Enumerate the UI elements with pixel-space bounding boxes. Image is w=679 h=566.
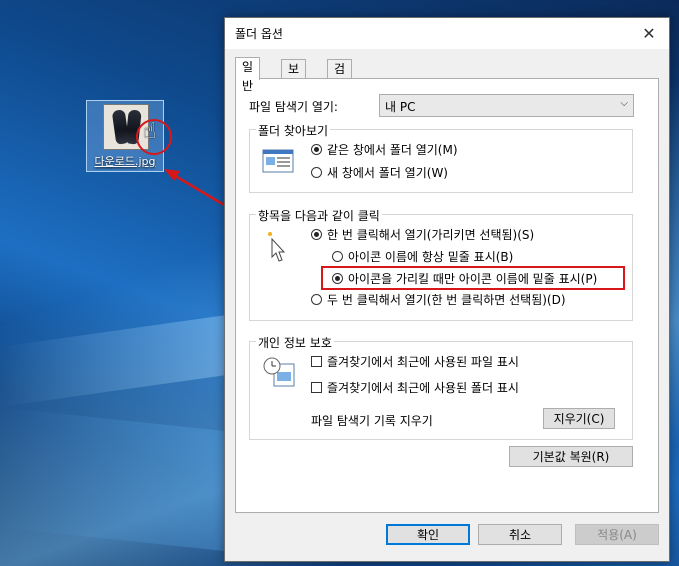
- click-items-title: 항목을 다음과 같이 클릭: [256, 207, 382, 224]
- explorer-open-value: 내 PC: [385, 100, 416, 114]
- checkbox-recent-files[interactable]: [311, 356, 322, 367]
- explorer-open-label: 파일 탐색기 열기:: [249, 100, 338, 114]
- option-double-click-label: 두 번 클릭해서 열기(한 번 클릭하면 선택됨)(D): [327, 293, 566, 307]
- option-underline-always-label: 아이콘 이름에 항상 밑줄 표시(B): [348, 250, 514, 264]
- radio-double-click[interactable]: [311, 294, 322, 305]
- title-bar[interactable]: 폴더 옵션 ✕: [225, 18, 669, 49]
- clock-document-icon: [263, 357, 295, 387]
- cancel-button[interactable]: 취소: [478, 524, 562, 545]
- explorer-open-select[interactable]: 내 PC ⌵: [379, 94, 634, 117]
- tab-general[interactable]: 일반: [235, 57, 261, 93]
- close-icon[interactable]: ✕: [629, 18, 669, 49]
- tab-search[interactable]: 검색: [327, 59, 353, 95]
- radio-underline-always[interactable]: [332, 251, 343, 262]
- clear-history-label: 파일 탐색기 기록 지우기: [311, 414, 433, 428]
- recent-folders-label: 즐겨찾기에서 최근에 사용된 폴더 표시: [327, 381, 519, 395]
- restore-defaults-button[interactable]: 기본값 복원(R): [509, 446, 633, 467]
- option-single-click-label: 한 번 클릭해서 열기(가리키면 선택됨)(S): [327, 228, 535, 242]
- checkbox-recent-folders[interactable]: [311, 382, 322, 393]
- radio-new-window[interactable]: [311, 167, 322, 178]
- option-same-window-label: 같은 창에서 폴더 열기(M): [327, 143, 458, 157]
- folder-window-icon: [262, 149, 294, 173]
- chevron-down-icon: ⌵: [620, 98, 628, 109]
- hand-pointer-icon: ☝: [143, 119, 157, 144]
- option-new-window-label: 새 창에서 폴더 열기(W): [327, 166, 448, 180]
- browse-folders-title: 폴더 찾아보기: [256, 122, 331, 139]
- browse-folders-group: 폴더 찾아보기 같은 창에서 폴더 열기(M) 새 창에서 폴더 열기(W): [249, 122, 633, 193]
- privacy-title: 개인 정보 보호: [256, 334, 334, 351]
- general-tab-panel: 파일 탐색기 열기: 내 PC ⌵ 폴더 찾아보기 같은 창에서 폴더 열기(M…: [235, 78, 659, 513]
- apply-button[interactable]: 적용(A): [575, 524, 659, 545]
- radio-same-window[interactable]: [311, 144, 322, 155]
- ok-button[interactable]: 확인: [386, 524, 470, 545]
- annotation-highlight-box: [321, 266, 625, 290]
- folder-options-dialog: 폴더 옵션 ✕ 일반 보기 검색 파일 탐색기 열기: 내 PC ⌵ 폴더 찾아…: [224, 17, 670, 562]
- dialog-title: 폴더 옵션: [235, 27, 283, 41]
- tab-view[interactable]: 보기: [281, 59, 307, 95]
- privacy-group: 개인 정보 보호 즐겨찾기에서 최근에 사용된 파일 표시 즐겨찾기에서 최근에…: [249, 334, 633, 440]
- radio-single-click[interactable]: [311, 229, 322, 240]
- clear-button[interactable]: 지우기(C): [543, 408, 615, 429]
- recent-files-label: 즐겨찾기에서 최근에 사용된 파일 표시: [327, 355, 519, 369]
- click-pointer-icon: [268, 232, 286, 262]
